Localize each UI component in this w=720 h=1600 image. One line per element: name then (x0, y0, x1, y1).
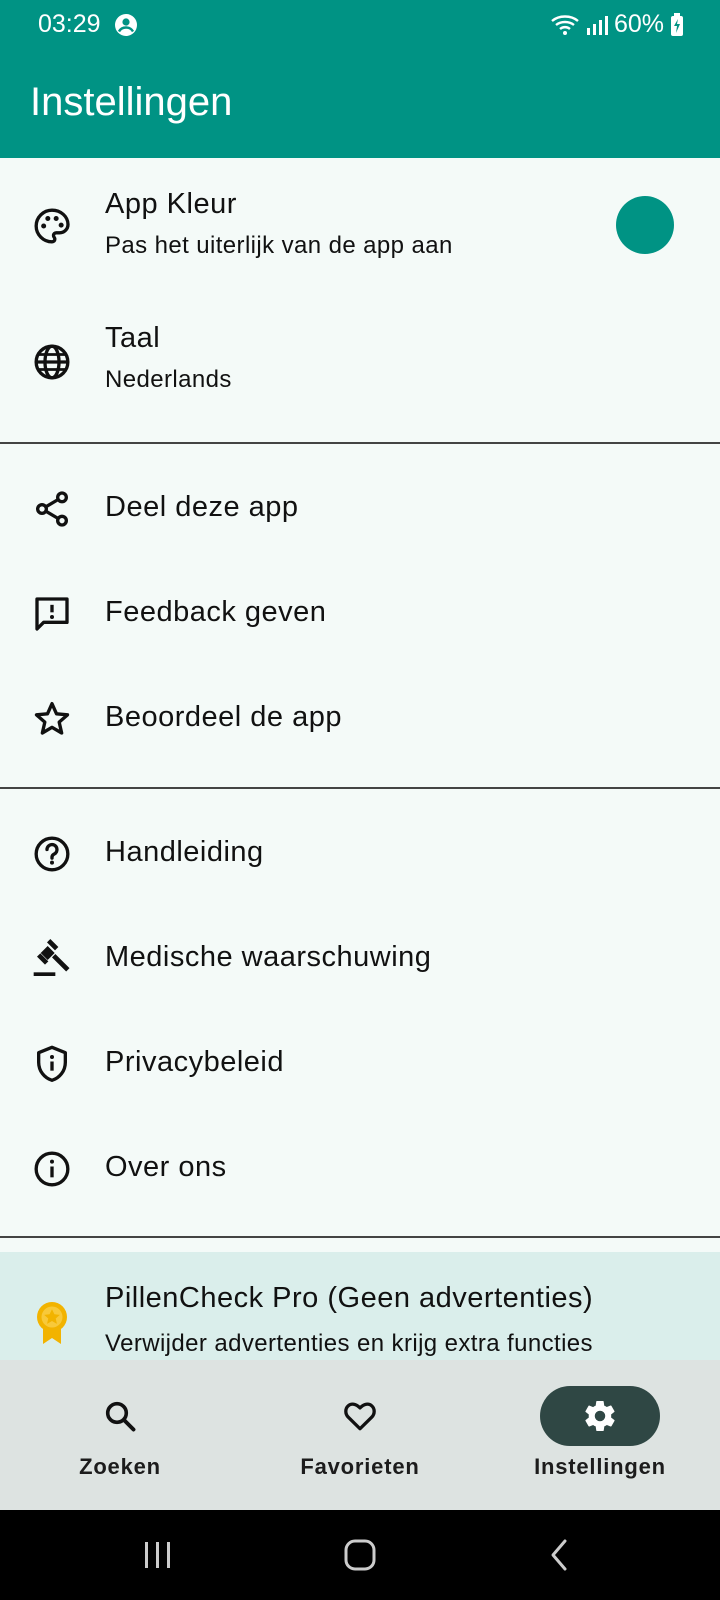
setting-title: Deel deze app (105, 491, 299, 523)
setting-title: Beoordeel de app (105, 701, 342, 733)
nav-label: Zoeken (79, 1454, 161, 1479)
pro-title: PillenCheck Pro (Geen advertenties) (105, 1282, 594, 1314)
nav-search[interactable]: Zoeken (0, 1360, 240, 1510)
setting-title: Taal (105, 322, 161, 354)
nav-indicator (300, 1386, 420, 1446)
setting-about[interactable]: Over ons (0, 1117, 720, 1222)
account-icon (115, 14, 137, 36)
wifi-icon (551, 14, 579, 35)
system-navigation-bar (0, 1510, 720, 1600)
home-icon[interactable] (343, 1538, 377, 1572)
setting-feedback[interactable]: Feedback geven (0, 562, 720, 667)
gear-icon (585, 1401, 615, 1432)
color-swatch[interactable] (616, 196, 674, 254)
setting-rate[interactable]: Beoordeel de app (0, 667, 720, 772)
setting-title: App Kleur (105, 188, 237, 220)
setting-app-color[interactable]: App Kleur Pas het uiterlijk van de app a… (0, 158, 720, 292)
signal-icon (586, 15, 608, 35)
page-title: Instellingen (30, 80, 233, 124)
setting-subtitle: Nederlands (105, 366, 232, 393)
divider (0, 787, 720, 789)
setting-privacy[interactable]: Privacybeleid (0, 1012, 720, 1117)
search-icon (105, 1401, 136, 1432)
setting-share[interactable]: Deel deze app (0, 457, 720, 562)
pro-subtitle: Verwijder advertenties en krijg extra fu… (105, 1330, 593, 1357)
app-bar: Instellingen (0, 52, 720, 158)
nav-settings[interactable]: Instellingen (480, 1360, 720, 1510)
setting-subtitle: Pas het uiterlijk van de app aan (105, 232, 453, 259)
pro-upgrade-item[interactable]: PillenCheck Pro (Geen advertenties) Verw… (0, 1252, 720, 1360)
setting-title: Over ons (105, 1151, 227, 1183)
gavel-icon (33, 939, 70, 976)
setting-title: Medische waarschuwing (105, 941, 432, 973)
heart-icon (344, 1402, 376, 1431)
setting-title: Handleiding (105, 836, 264, 868)
nav-indicator-active (540, 1386, 660, 1446)
status-time: 03:29 (38, 10, 101, 38)
setting-title: Feedback geven (105, 596, 327, 628)
battery-charging-icon (671, 12, 683, 36)
feedback-icon (35, 597, 69, 631)
shield-info-icon (37, 1045, 68, 1082)
nav-indicator (60, 1386, 180, 1446)
nav-favorites[interactable]: Favorieten (240, 1360, 480, 1510)
info-icon (34, 1151, 70, 1187)
share-icon (36, 491, 68, 527)
back-icon[interactable] (548, 1538, 570, 1572)
nav-label: Favorieten (300, 1454, 420, 1479)
award-icon (37, 1302, 67, 1344)
status-bar: 03:29 60% (0, 0, 720, 52)
setting-medical-warning[interactable]: Medische waarschuwing (0, 907, 720, 1012)
star-icon (34, 702, 70, 735)
divider (0, 442, 720, 444)
setting-title: Privacybeleid (105, 1046, 284, 1078)
palette-icon (34, 208, 70, 244)
globe-icon (34, 344, 70, 380)
setting-language[interactable]: Taal Nederlands (0, 292, 720, 442)
help-icon (34, 836, 70, 872)
divider (0, 1236, 720, 1238)
setting-manual[interactable]: Handleiding (0, 802, 720, 907)
recent-apps-icon[interactable] (142, 1540, 174, 1570)
bottom-navigation: Zoeken Favorieten Instellingen (0, 1360, 720, 1510)
nav-label: Instellingen (534, 1454, 666, 1479)
battery-percent: 60% (613, 10, 664, 38)
